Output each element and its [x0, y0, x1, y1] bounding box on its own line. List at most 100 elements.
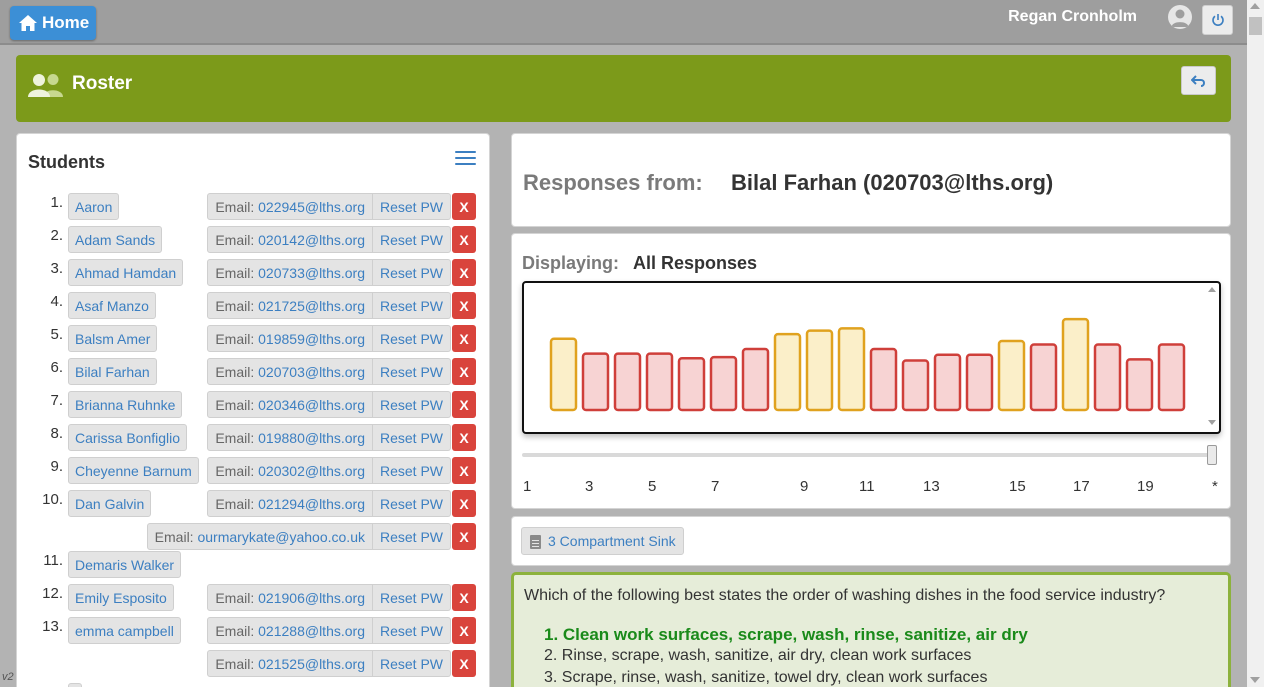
student-name-button[interactable]: emma campbell: [68, 617, 181, 644]
user-avatar-icon[interactable]: [1168, 5, 1192, 29]
email-button[interactable]: Email: 019880@lths.org: [207, 424, 373, 451]
chart-bar[interactable]: [773, 332, 802, 412]
student-name-button[interactable]: Carissa Bonfiglio: [68, 424, 188, 451]
row-number: 12.: [42, 585, 63, 602]
chart-bar[interactable]: [613, 352, 642, 412]
reset-password-button[interactable]: Reset PW: [372, 259, 451, 286]
reset-password-button[interactable]: Reset PW: [372, 325, 451, 352]
delete-student-button[interactable]: X: [452, 424, 476, 451]
email-value: 021288@lths.org: [258, 623, 365, 639]
email-button[interactable]: Email: 021906@lths.org: [207, 584, 373, 611]
delete-student-button[interactable]: X: [452, 650, 476, 677]
delete-student-button[interactable]: X: [452, 617, 476, 644]
reset-password-button[interactable]: Reset PW: [372, 424, 451, 451]
student-name-button[interactable]: Dan Galvin: [68, 490, 152, 517]
email-button[interactable]: Email: 021294@lths.org: [207, 490, 373, 517]
reset-password-button[interactable]: Reset PW: [372, 193, 451, 220]
reset-password-button[interactable]: Reset PW: [372, 523, 451, 550]
student-name-button[interactable]: Adam Sands: [68, 226, 163, 253]
email-button[interactable]: Email: 021288@lths.org: [207, 617, 373, 644]
topic-button[interactable]: 3 Compartment Sink: [521, 527, 684, 555]
student-name-button[interactable]: Balsm Amer: [68, 325, 158, 352]
reset-password-button[interactable]: Reset PW: [372, 292, 451, 319]
chart-bar[interactable]: [1125, 358, 1154, 412]
delete-student-button[interactable]: X: [452, 391, 476, 418]
reset-password-button[interactable]: Reset PW: [372, 617, 451, 644]
scroll-up-arrow-icon[interactable]: [1250, 3, 1260, 9]
chart-bar[interactable]: [1093, 343, 1122, 412]
email-button[interactable]: Email: 020733@lths.org: [207, 259, 373, 286]
delete-student-button[interactable]: X: [452, 226, 476, 253]
delete-student-button[interactable]: X: [452, 490, 476, 517]
chart-bar[interactable]: [965, 353, 994, 412]
page-scrollbar[interactable]: [1247, 0, 1264, 687]
chart-bar[interactable]: [933, 353, 962, 412]
chart-bar[interactable]: [709, 355, 738, 412]
menu-icon[interactable]: [455, 151, 476, 169]
scroll-down-arrow-icon[interactable]: [1250, 677, 1260, 683]
reset-password-button[interactable]: Reset PW: [372, 358, 451, 385]
reset-password-button[interactable]: Reset PW: [372, 584, 451, 611]
email-prefix: Email:: [215, 298, 255, 314]
delete-student-button[interactable]: X: [452, 584, 476, 611]
student-row: 8. Carissa Bonfiglio Email: 019880@lths.o…: [17, 423, 489, 451]
student-row: 4. Asaf Manzo Email: 021725@lths.org Rese…: [17, 291, 489, 319]
email-button[interactable]: Email: 020302@lths.org: [207, 457, 373, 484]
delete-student-button[interactable]: X: [452, 193, 476, 220]
chart-bar[interactable]: [581, 352, 610, 412]
home-label: Home: [42, 13, 90, 32]
reset-password-button[interactable]: Reset PW: [372, 490, 451, 517]
chart-scroll-down-icon[interactable]: [1208, 420, 1216, 425]
reset-password-button[interactable]: Reset PW: [372, 391, 451, 418]
back-button[interactable]: [1181, 66, 1216, 95]
student-name-button[interactable]: Emily Esposito: [68, 584, 174, 611]
reset-password-button[interactable]: Reset PW: [372, 457, 451, 484]
student-name-button[interactable]: Bilal Farhan: [68, 358, 157, 385]
email-value: 021906@lths.org: [258, 590, 365, 606]
chart-bar[interactable]: [677, 357, 706, 412]
delete-student-button[interactable]: X: [452, 325, 476, 352]
delete-student-button[interactable]: X: [452, 523, 476, 550]
email-button[interactable]: Email: 021525@lths.org: [207, 650, 373, 677]
email-button[interactable]: Email: 022945@lths.org: [207, 193, 373, 220]
student-name-button[interactable]: Brianna Ruhnke: [68, 391, 183, 418]
chart-bar[interactable]: [645, 352, 674, 412]
chart-bar[interactable]: [869, 347, 898, 412]
response-slider-handle[interactable]: [1207, 445, 1217, 465]
email-value: 019880@lths.org: [258, 430, 365, 446]
chart-bar[interactable]: [997, 339, 1026, 412]
delete-student-button[interactable]: X: [452, 358, 476, 385]
chart-bar[interactable]: [805, 329, 834, 412]
student-name-button[interactable]: Cheyenne Barnum: [68, 457, 199, 484]
chart-bar[interactable]: [741, 347, 770, 412]
student-name-button[interactable]: Demaris Walker: [68, 551, 182, 578]
delete-student-button[interactable]: X: [452, 457, 476, 484]
student-name-button[interactable]: Asaf Manzo: [68, 292, 156, 319]
chart-bar[interactable]: [1157, 343, 1186, 412]
delete-student-button[interactable]: X: [452, 292, 476, 319]
email-button[interactable]: Email: 019859@lths.org: [207, 325, 373, 352]
chart-bar[interactable]: [837, 327, 866, 412]
delete-student-button[interactable]: X: [452, 259, 476, 286]
student-name-button[interactable]: Ahmad Hamdan: [68, 259, 184, 286]
home-button[interactable]: Home: [10, 6, 96, 40]
student-name-button[interactable]: [68, 683, 82, 687]
email-button[interactable]: Email: 021725@lths.org: [207, 292, 373, 319]
chart-bar[interactable]: [901, 359, 930, 412]
logout-button[interactable]: [1202, 5, 1233, 35]
chart-bar[interactable]: [1061, 317, 1090, 412]
student-name-button[interactable]: Aaron: [68, 193, 120, 220]
row-number: 13.: [42, 618, 63, 635]
response-slider-track[interactable]: [522, 453, 1212, 457]
email-button[interactable]: Email: 020346@lths.org: [207, 391, 373, 418]
email-button[interactable]: Email: ourmarykate@yahoo.co.uk: [146, 523, 373, 550]
chart-scroll-up-icon[interactable]: [1208, 287, 1216, 292]
chart-bar[interactable]: [1029, 343, 1058, 412]
email-group: Email: 020703@lths.org Reset PW: [207, 358, 451, 385]
email-button[interactable]: Email: 020142@lths.org: [207, 226, 373, 253]
reset-password-button[interactable]: Reset PW: [372, 226, 451, 253]
reset-password-button[interactable]: Reset PW: [372, 650, 451, 677]
chart-bar[interactable]: [549, 337, 578, 412]
scrollbar-thumb[interactable]: [1249, 17, 1262, 35]
email-button[interactable]: Email: 020703@lths.org: [207, 358, 373, 385]
